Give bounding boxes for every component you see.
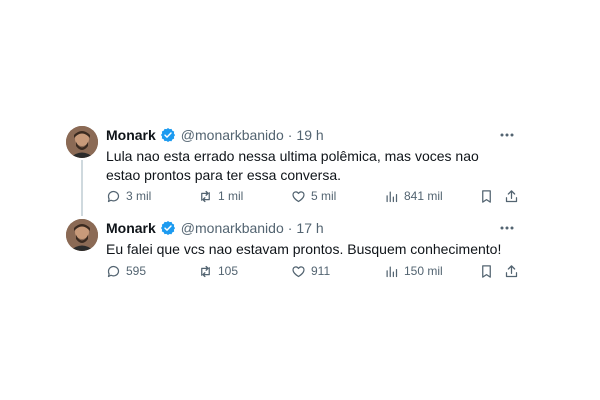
views-button[interactable]: 150 mil [384,264,443,279]
reply-button[interactable]: 3 mil [106,189,151,204]
avatar-image [66,219,98,251]
reply-icon [107,265,120,277]
retweet-count: 105 [218,264,239,278]
avatar-image [66,126,98,158]
views-button[interactable]: 841 mil [384,189,443,204]
display-name[interactable]: Monark [106,126,156,144]
like-count: 5 mil [311,189,337,203]
tweet-actions: 595 105 911 150 mil [106,262,526,280]
share-icon[interactable] [504,264,519,279]
tweet-header: Monark @monarkbanido · 17 h [106,219,526,237]
user-handle[interactable]: @monarkbanido [181,219,284,237]
retweet-button[interactable]: 105 [198,264,238,279]
timestamp[interactable]: 19 h [296,126,323,144]
user-handle[interactable]: @monarkbanido [181,126,284,144]
views-chart-icon [386,191,398,202]
tweet-thread: Monark @monarkbanido · 19 h Lula nao est… [0,0,600,400]
tweet-1[interactable]: Monark @monarkbanido · 19 h Lula nao est… [66,126,526,208]
retweet-icon [201,190,210,202]
reply-button[interactable]: 595 [106,264,146,279]
heart-icon [292,265,305,277]
reply-count: 3 mil [126,189,152,203]
verified-badge-icon [160,220,176,236]
tweet-text: Lula nao esta errado nessa ultima polêmi… [106,148,479,183]
bookmark-icon[interactable] [479,264,494,279]
avatar[interactable] [66,126,98,158]
tweet-text: Eu falei que vcs nao estavam prontos. Bu… [106,241,502,257]
more-options-icon[interactable] [498,219,516,237]
separator-dot: · [287,220,293,236]
more-options-icon[interactable] [498,126,516,144]
views-chart-icon [386,266,398,277]
tweet-2[interactable]: Monark @monarkbanido · 17 h Eu falei que… [66,219,526,283]
retweet-icon [201,265,210,277]
tweet-actions: 3 mil 1 mil 5 mil 841 mil [106,187,526,205]
like-button[interactable]: 5 mil [291,189,336,204]
retweet-button[interactable]: 1 mil [198,189,243,204]
like-button[interactable]: 911 [291,264,330,279]
verified-badge-icon [160,127,176,143]
heart-icon [292,190,305,202]
reply-count: 595 [126,264,147,278]
reply-icon [107,190,120,202]
display-name[interactable]: Monark [106,219,156,237]
bookmark-icon[interactable] [479,189,494,204]
tweet-body: Monark @monarkbanido · 17 h Eu falei que… [106,219,526,278]
retweet-count: 1 mil [218,189,244,203]
views-count: 841 mil [404,189,443,203]
like-count: 911 [311,264,331,278]
tweet-body: Monark @monarkbanido · 19 h Lula nao est… [106,126,526,203]
tweet-header: Monark @monarkbanido · 19 h [106,126,526,144]
views-count: 150 mil [404,264,443,278]
timestamp[interactable]: 17 h [296,219,323,237]
separator-dot: · [287,127,293,143]
share-icon[interactable] [504,189,519,204]
avatar[interactable] [66,219,98,251]
